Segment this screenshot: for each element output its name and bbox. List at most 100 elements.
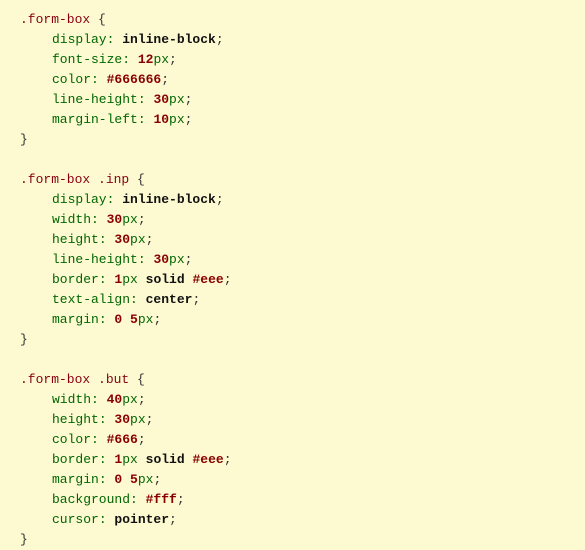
open-brace: { [129,172,145,187]
css-keyword: pointer [114,512,169,527]
colon: : [91,212,107,227]
css-unit: px [169,252,185,267]
semicolon: ; [138,392,146,407]
css-value [138,452,146,467]
declaration-line: margin: 0 5px; [20,470,585,490]
css-property: font-size [52,52,122,67]
css-property: border [52,272,99,287]
semicolon: ; [138,432,146,447]
colon: : [130,292,146,307]
colon: : [138,92,154,107]
declaration-line: text-align: center; [20,290,585,310]
colon: : [99,232,115,247]
semicolon: ; [153,312,161,327]
declaration-line: margin-left: 10px; [20,110,585,130]
semicolon: ; [224,272,232,287]
selector-line: .form-box .but { [20,370,585,390]
declaration-line: line-height: 30px; [20,90,585,110]
css-unit: px [122,452,138,467]
css-property: line-height [52,252,138,267]
css-keyword: solid [146,452,185,467]
css-number: 5 [130,472,138,487]
close-brace: } [20,132,28,147]
colon: : [107,32,123,47]
css-number: 40 [107,392,123,407]
declaration-line: color: #666; [20,430,585,450]
declaration-line: cursor: pointer; [20,510,585,530]
css-keyword: inline-block [122,192,216,207]
semicolon: ; [216,32,224,47]
colon: : [91,72,107,87]
semicolon: ; [185,112,193,127]
close-brace-line: } [20,530,585,550]
declaration-line: background: #fff; [20,490,585,510]
css-unit: px [169,112,185,127]
css-number: 30 [107,212,123,227]
semicolon: ; [216,192,224,207]
css-number: 12 [138,52,154,67]
css-unit: px [138,312,154,327]
colon: : [99,512,115,527]
css-number: 30 [153,92,169,107]
css-property: display [52,192,107,207]
colon: : [99,412,115,427]
css-keyword: inline-block [122,32,216,47]
css-property: text-align [52,292,130,307]
declaration-line: border: 1px solid #eee; [20,450,585,470]
semicolon: ; [138,212,146,227]
css-property: border [52,452,99,467]
css-number: 10 [153,112,169,127]
semicolon: ; [185,92,193,107]
declaration-line: margin: 0 5px; [20,310,585,330]
css-number: 30 [153,252,169,267]
declaration-line: display: inline-block; [20,30,585,50]
colon: : [91,432,107,447]
css-code-block: .form-box {display: inline-block;font-si… [20,10,585,550]
close-brace-line: } [20,330,585,350]
css-value [122,472,130,487]
css-number: 30 [114,232,130,247]
css-property: margin-left [52,112,138,127]
open-brace: { [129,372,145,387]
css-unit: px [122,212,138,227]
semicolon: ; [192,292,200,307]
colon: : [122,52,138,67]
selector-line: .form-box { [20,10,585,30]
css-color-value: #eee [192,272,223,287]
css-property: height [52,232,99,247]
close-brace: } [20,532,28,547]
css-number: 5 [130,312,138,327]
blank-line [20,150,585,170]
colon: : [99,452,115,467]
semicolon: ; [161,72,169,87]
css-property: width [52,212,91,227]
selector-line: .form-box .inp { [20,170,585,190]
css-property: cursor [52,512,99,527]
css-unit: px [122,392,138,407]
colon: : [138,252,154,267]
css-selector: .form-box .inp [20,172,129,187]
css-keyword: center [146,292,193,307]
semicolon: ; [185,252,193,267]
css-selector: .form-box [20,12,90,27]
css-keyword: solid [146,272,185,287]
css-number: 30 [114,412,130,427]
declaration-line: height: 30px; [20,230,585,250]
colon: : [138,112,154,127]
declaration-line: color: #666666; [20,70,585,90]
colon: : [99,312,115,327]
declaration-line: display: inline-block; [20,190,585,210]
css-unit: px [138,472,154,487]
css-selector: .form-box .but [20,372,129,387]
declaration-line: font-size: 12px; [20,50,585,70]
css-unit: px [169,92,185,107]
css-unit: px [130,412,146,427]
colon: : [91,392,107,407]
close-brace-line: } [20,130,585,150]
declaration-line: border: 1px solid #eee; [20,270,585,290]
css-property: height [52,412,99,427]
declaration-line: line-height: 30px; [20,250,585,270]
declaration-line: width: 30px; [20,210,585,230]
css-unit: px [153,52,169,67]
semicolon: ; [146,412,154,427]
